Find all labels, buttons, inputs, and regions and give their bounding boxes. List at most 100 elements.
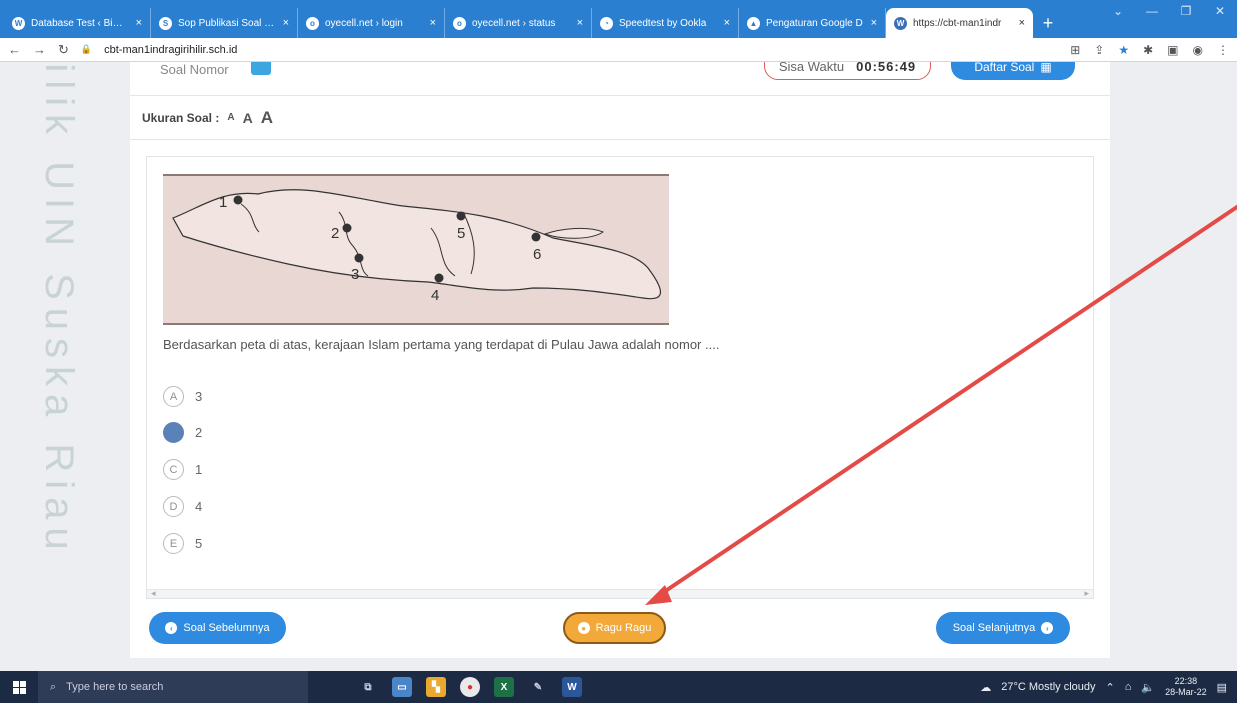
map-point <box>354 253 364 263</box>
option-d[interactable]: D4 <box>163 496 202 517</box>
close-icon[interactable]: × <box>1019 17 1025 29</box>
scroll-right-icon[interactable]: ▸ <box>1084 588 1089 598</box>
tab-speedtest[interactable]: ◔ Speedtest by Ookla × <box>592 8 739 38</box>
extensions-icon[interactable]: ✱ <box>1143 43 1153 57</box>
question-list-label: Daftar Soal <box>974 62 1035 74</box>
back-icon[interactable]: ← <box>8 42 21 57</box>
font-size-bar: Ukuran Soal : A A A <box>130 96 1110 140</box>
option-circle[interactable]: A <box>163 386 184 407</box>
forward-icon[interactable]: → <box>33 42 46 57</box>
close-icon[interactable]: × <box>724 17 730 29</box>
reload-icon[interactable]: ↻ <box>58 42 69 58</box>
close-icon[interactable]: × <box>577 17 583 29</box>
word-icon[interactable]: W <box>562 677 582 697</box>
network-icon[interactable]: ⌂ <box>1125 681 1132 693</box>
map-label: 3 <box>351 266 359 283</box>
previous-question-button[interactable]: ‹ Soal Sebelumnya <box>149 612 286 644</box>
menu-icon[interactable]: ⋮ <box>1217 43 1229 57</box>
translate-icon[interactable]: ⊞ <box>1070 43 1080 57</box>
sheet-icon: S <box>159 16 172 30</box>
clock-date: 28-Mar-22 <box>1165 687 1207 697</box>
weather-icon: ☁ <box>980 681 992 694</box>
tab-oyecell-status[interactable]: o oyecell.net › status × <box>445 8 592 38</box>
radio-icon: ● <box>577 622 590 634</box>
map-label: 2 <box>331 225 339 242</box>
clock[interactable]: 22:38 28-Mar-22 <box>1165 676 1207 698</box>
tab-cbt-active[interactable]: Whttps://cbt-man1indr × <box>886 8 1033 38</box>
tab-sop-publikasi[interactable]: S Sop Publikasi Soal Da × <box>151 8 298 38</box>
map-label: 5 <box>457 225 465 242</box>
notifications-icon[interactable]: ▤ <box>1217 681 1227 694</box>
tab-database-test[interactable]: W Database Test ‹ Bimas × <box>4 8 151 38</box>
doubtful-label: Ragu Ragu <box>595 622 652 634</box>
close-icon[interactable]: × <box>430 17 436 29</box>
wordpress-icon: W <box>12 16 25 30</box>
minimize-icon[interactable]: — <box>1135 4 1169 18</box>
option-text: 2 <box>195 425 203 440</box>
avatar[interactable]: ◉ <box>1193 43 1203 57</box>
address-bar: ← → ↻ 🔒 cbt-man1indragirihilir.sch.id ⊞ … <box>0 38 1237 62</box>
font-size-label: Ukuran Soal : <box>142 110 220 125</box>
font-size-small[interactable]: A <box>227 112 234 123</box>
option-text: 1 <box>195 462 203 477</box>
option-circle[interactable]: E <box>163 533 184 554</box>
next-question-button[interactable]: Soal Selanjutnya › <box>936 612 1070 644</box>
watermark-text: milik UIN Suska Riau <box>37 62 81 558</box>
map-label: 4 <box>431 287 439 304</box>
clock-time: 22:38 <box>1174 676 1198 686</box>
option-e[interactable]: E5 <box>163 533 202 554</box>
map-point <box>233 195 243 205</box>
option-c[interactable]: C1 <box>163 459 202 480</box>
globe-icon: o <box>453 16 466 30</box>
close-icon[interactable]: × <box>283 17 289 29</box>
java-map-svg: 1 2 3 4 5 6 <box>172 189 661 304</box>
volume-icon[interactable]: 🔈 <box>1141 681 1155 694</box>
file-explorer-icon[interactable]: ▭ <box>392 677 412 697</box>
horizontal-scrollbar[interactable]: ◂ ▸ <box>147 588 1093 598</box>
option-circle[interactable]: D <box>163 496 184 517</box>
tab-search-icon[interactable]: ⌄ <box>1101 4 1135 18</box>
close-window-icon[interactable]: ✕ <box>1203 4 1237 18</box>
map-point <box>434 273 444 283</box>
sidepanel-icon[interactable]: ▣ <box>1167 43 1178 57</box>
excel-icon[interactable]: X <box>494 677 514 697</box>
tray-chevron-icon[interactable]: ⌃ <box>1106 681 1115 694</box>
task-view-icon[interactable]: ⧉ <box>358 677 378 697</box>
new-tab-button[interactable]: + <box>1033 8 1063 38</box>
close-icon[interactable]: × <box>136 17 142 29</box>
globe-icon: o <box>306 16 319 30</box>
doubtful-button[interactable]: ● Ragu Ragu <box>563 612 666 644</box>
share-icon[interactable]: ⇪ <box>1094 43 1104 57</box>
speedtest-icon: ◔ <box>600 16 613 30</box>
windows-start-button[interactable] <box>0 671 38 703</box>
url-field[interactable]: cbt-man1indragirihilir.sch.id <box>104 44 1058 56</box>
drive-icon: ▲ <box>747 16 760 30</box>
tab-oyecell-login[interactable]: o oyecell.net › login × <box>298 8 445 38</box>
previous-label: Soal Sebelumnya <box>183 622 270 634</box>
timer: Sisa Waktu 00:56:49 <box>764 62 931 80</box>
question-list-button[interactable]: Daftar Soal ▦ <box>951 62 1075 80</box>
timer-value: 00:56:49 <box>856 62 917 74</box>
option-circle-selected[interactable]: B <box>163 422 184 443</box>
weather-text[interactable]: 27°C Mostly cloudy <box>1001 681 1095 693</box>
paint-icon[interactable]: ✎ <box>528 677 548 697</box>
chrome-icon[interactable]: ● <box>460 677 480 697</box>
lock-icon[interactable]: 🔒 <box>81 44 92 55</box>
close-icon[interactable]: × <box>871 17 877 29</box>
question-box: 1 2 3 4 5 6 Berdasarkan peta di atas, ke… <box>146 156 1094 599</box>
taskbar-search[interactable]: ⌕ Type here to search <box>38 671 308 703</box>
question-number-badge <box>251 62 271 75</box>
tab-pengaturan-google[interactable]: ▲ Pengaturan Google D × <box>739 8 886 38</box>
option-circle[interactable]: C <box>163 459 184 480</box>
option-a[interactable]: A3 <box>163 386 202 407</box>
scroll-left-icon[interactable]: ◂ <box>151 588 156 598</box>
sticky-notes-icon[interactable]: ▚ <box>426 677 446 697</box>
window-controls: ⌄ — ❐ ✕ <box>1101 4 1237 18</box>
star-icon[interactable]: ★ <box>1118 43 1129 57</box>
font-size-large[interactable]: A <box>261 108 273 128</box>
font-size-medium[interactable]: A <box>243 110 253 126</box>
taskbar-search-placeholder: Type here to search <box>66 681 164 693</box>
option-b[interactable]: B2 <box>163 422 202 443</box>
maximize-icon[interactable]: ❐ <box>1169 4 1203 18</box>
browser-tab-bar: W Database Test ‹ Bimas × S Sop Publikasi S… <box>0 0 1237 38</box>
